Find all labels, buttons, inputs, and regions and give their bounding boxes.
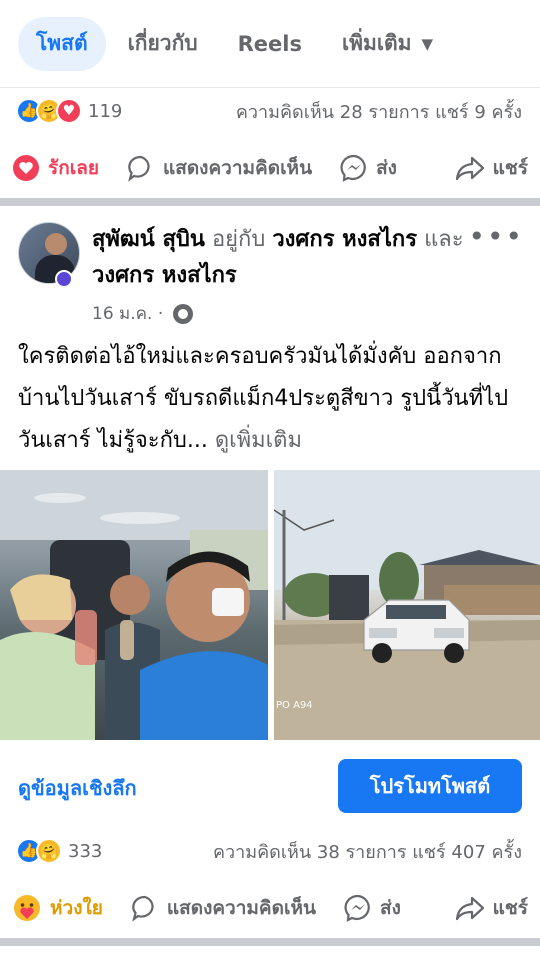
care-icon bbox=[14, 895, 40, 921]
post1-comment-button[interactable]: แสดงความคิดเห็น bbox=[127, 153, 312, 183]
caret-down-icon: ▼ bbox=[421, 34, 434, 53]
tab-reels[interactable]: Reels bbox=[220, 17, 320, 71]
care-reaction-icon: 🤗 bbox=[36, 838, 62, 864]
post1-comment-label: แสดงความคิดเห็น bbox=[162, 157, 313, 179]
post-separator bbox=[0, 938, 540, 946]
post1-action-bar: รักเลย แสดงความคิดเห็น ส่ง แชร์ bbox=[0, 150, 540, 186]
insights-link[interactable]: ดูข้อมูลเชิงลึก bbox=[18, 772, 137, 804]
post2-share-label: แชร์ bbox=[492, 897, 528, 919]
share-icon bbox=[455, 896, 484, 921]
see-more-link[interactable]: ดูเพิ่มเติม bbox=[208, 428, 302, 453]
more-options-icon[interactable]: ••• bbox=[468, 220, 524, 253]
post1-reaction-count: 119 bbox=[88, 100, 123, 122]
post2-react-label: ห่วงใย bbox=[50, 897, 103, 919]
post-photo-1[interactable] bbox=[0, 470, 268, 740]
tab-about[interactable]: เกี่ยวกับ bbox=[110, 17, 216, 71]
tagged-person-2[interactable]: วงศกร หงสไกร bbox=[92, 263, 237, 288]
love-icon bbox=[13, 155, 39, 181]
avatar-badge-icon bbox=[55, 270, 73, 288]
post-separator bbox=[0, 198, 540, 206]
post2-comments-shares[interactable]: ความคิดเห็น 38 รายการ แชร์ 407 ครั้ง bbox=[213, 837, 522, 866]
tab-posts[interactable]: โพสต์ bbox=[18, 16, 106, 71]
post2-share-button[interactable]: แชร์ bbox=[455, 893, 528, 923]
post1-send-button[interactable]: ส่ง bbox=[340, 153, 397, 183]
post2-react-button[interactable]: ห่วงใย bbox=[12, 893, 103, 923]
comment-icon bbox=[132, 895, 154, 922]
post1-react-button[interactable]: รักเลย bbox=[12, 153, 99, 183]
share-icon bbox=[455, 156, 484, 181]
tab-more[interactable]: เพิ่มเติม ▼ bbox=[324, 17, 451, 71]
comment-icon bbox=[128, 155, 150, 182]
post-date[interactable]: 16 ม.ค. · bbox=[92, 300, 163, 327]
globe-icon bbox=[173, 303, 194, 324]
post2-action-bar: ห่วงใย แสดงความคิดเห็น ส่ง แชร์ bbox=[0, 890, 540, 926]
promote-post-button[interactable]: โปรโมทโพสต์ bbox=[338, 759, 522, 813]
with-label: อยู่กับ bbox=[211, 227, 266, 252]
post2-header: สุพัฒน์ สุบิน อยู่กับ วงศกร หงสไกร และ ว… bbox=[92, 222, 482, 294]
and-label: และ bbox=[424, 227, 464, 252]
author-name[interactable]: สุพัฒน์ สุบิน bbox=[92, 227, 205, 252]
post2-reactions[interactable]: 👍 🤗 333 bbox=[16, 838, 102, 864]
post1-comments-shares[interactable]: ความคิดเห็น 28 รายการ แชร์ 9 ครั้ง bbox=[236, 97, 522, 126]
tab-more-label: เพิ่มเติม bbox=[341, 31, 412, 55]
photo-2-watermark: PO A94 bbox=[276, 700, 313, 711]
post2-send-button[interactable]: ส่ง bbox=[344, 893, 401, 923]
post1-send-label: ส่ง bbox=[376, 157, 397, 179]
love-reaction-icon: ♥ bbox=[56, 98, 82, 124]
post-photo-2[interactable]: PO A94 bbox=[274, 470, 540, 740]
post2-meta: 16 ม.ค. · bbox=[92, 300, 194, 327]
tagged-person-1[interactable]: วงศกร หงสไกร bbox=[272, 227, 417, 252]
post1-react-label: รักเลย bbox=[48, 157, 99, 179]
photo-2-illustration: PO A94 bbox=[274, 470, 540, 740]
post2-send-label: ส่ง bbox=[379, 897, 401, 919]
post2-comment-label: แสดงความคิดเห็น bbox=[166, 897, 316, 919]
messenger-icon bbox=[344, 894, 370, 922]
post1-reactions[interactable]: 👍 🤗 ♥ 119 bbox=[16, 98, 122, 124]
post2-text: ใครติดต่อไอ้ใหม่และครอบครัวมันได้มั่งคับ… bbox=[18, 336, 524, 462]
photo-1-illustration bbox=[0, 470, 268, 740]
post2-stats: 👍 🤗 333 ความคิดเห็น 38 รายการ แชร์ 407 ค… bbox=[16, 836, 522, 866]
post1-stats: 👍 🤗 ♥ 119 ความคิดเห็น 28 รายการ แชร์ 9 ค… bbox=[16, 96, 522, 126]
messenger-icon bbox=[340, 154, 366, 182]
post1-share-label: แชร์ bbox=[492, 157, 528, 179]
profile-tab-bar: โพสต์ เกี่ยวกับ Reels เพิ่มเติม ▼ bbox=[0, 0, 540, 88]
post2-reaction-count: 333 bbox=[68, 840, 103, 862]
post2-comment-button[interactable]: แสดงความคิดเห็น bbox=[131, 893, 316, 923]
post1-share-button[interactable]: แชร์ bbox=[455, 153, 528, 183]
